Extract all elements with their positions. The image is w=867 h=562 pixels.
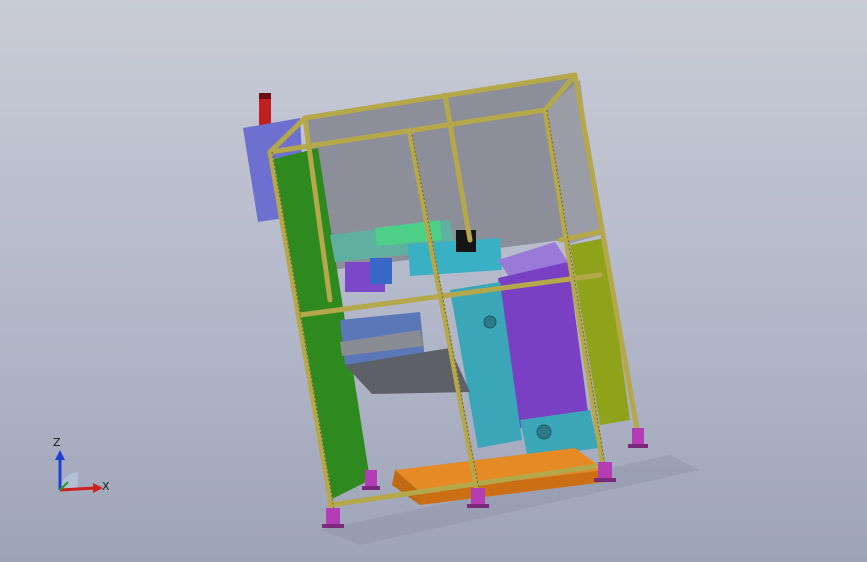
coordinate-triad: Z X xyxy=(40,436,120,510)
black-gripper xyxy=(456,230,476,252)
cad-viewport[interactable]: Z X xyxy=(0,0,867,562)
machine-assembly-model[interactable] xyxy=(0,0,867,562)
leveling-foot xyxy=(471,488,485,506)
actuator-block-2 xyxy=(370,258,392,284)
z-axis-head xyxy=(55,450,65,460)
x-axis-label: X xyxy=(102,480,110,493)
base-bolt xyxy=(536,424,552,440)
z-axis-label: Z xyxy=(53,436,61,449)
leveling-foot xyxy=(326,508,340,526)
triad-arrows xyxy=(55,450,103,493)
leveling-foot xyxy=(598,462,612,480)
signal-beacon xyxy=(259,98,271,126)
teal-carriage xyxy=(408,238,502,276)
signal-beacon-top xyxy=(259,93,271,99)
column-bolt xyxy=(483,315,497,329)
leveling-foot xyxy=(632,428,644,446)
x-axis-arrow xyxy=(59,486,96,492)
leveling-foot xyxy=(365,470,377,488)
